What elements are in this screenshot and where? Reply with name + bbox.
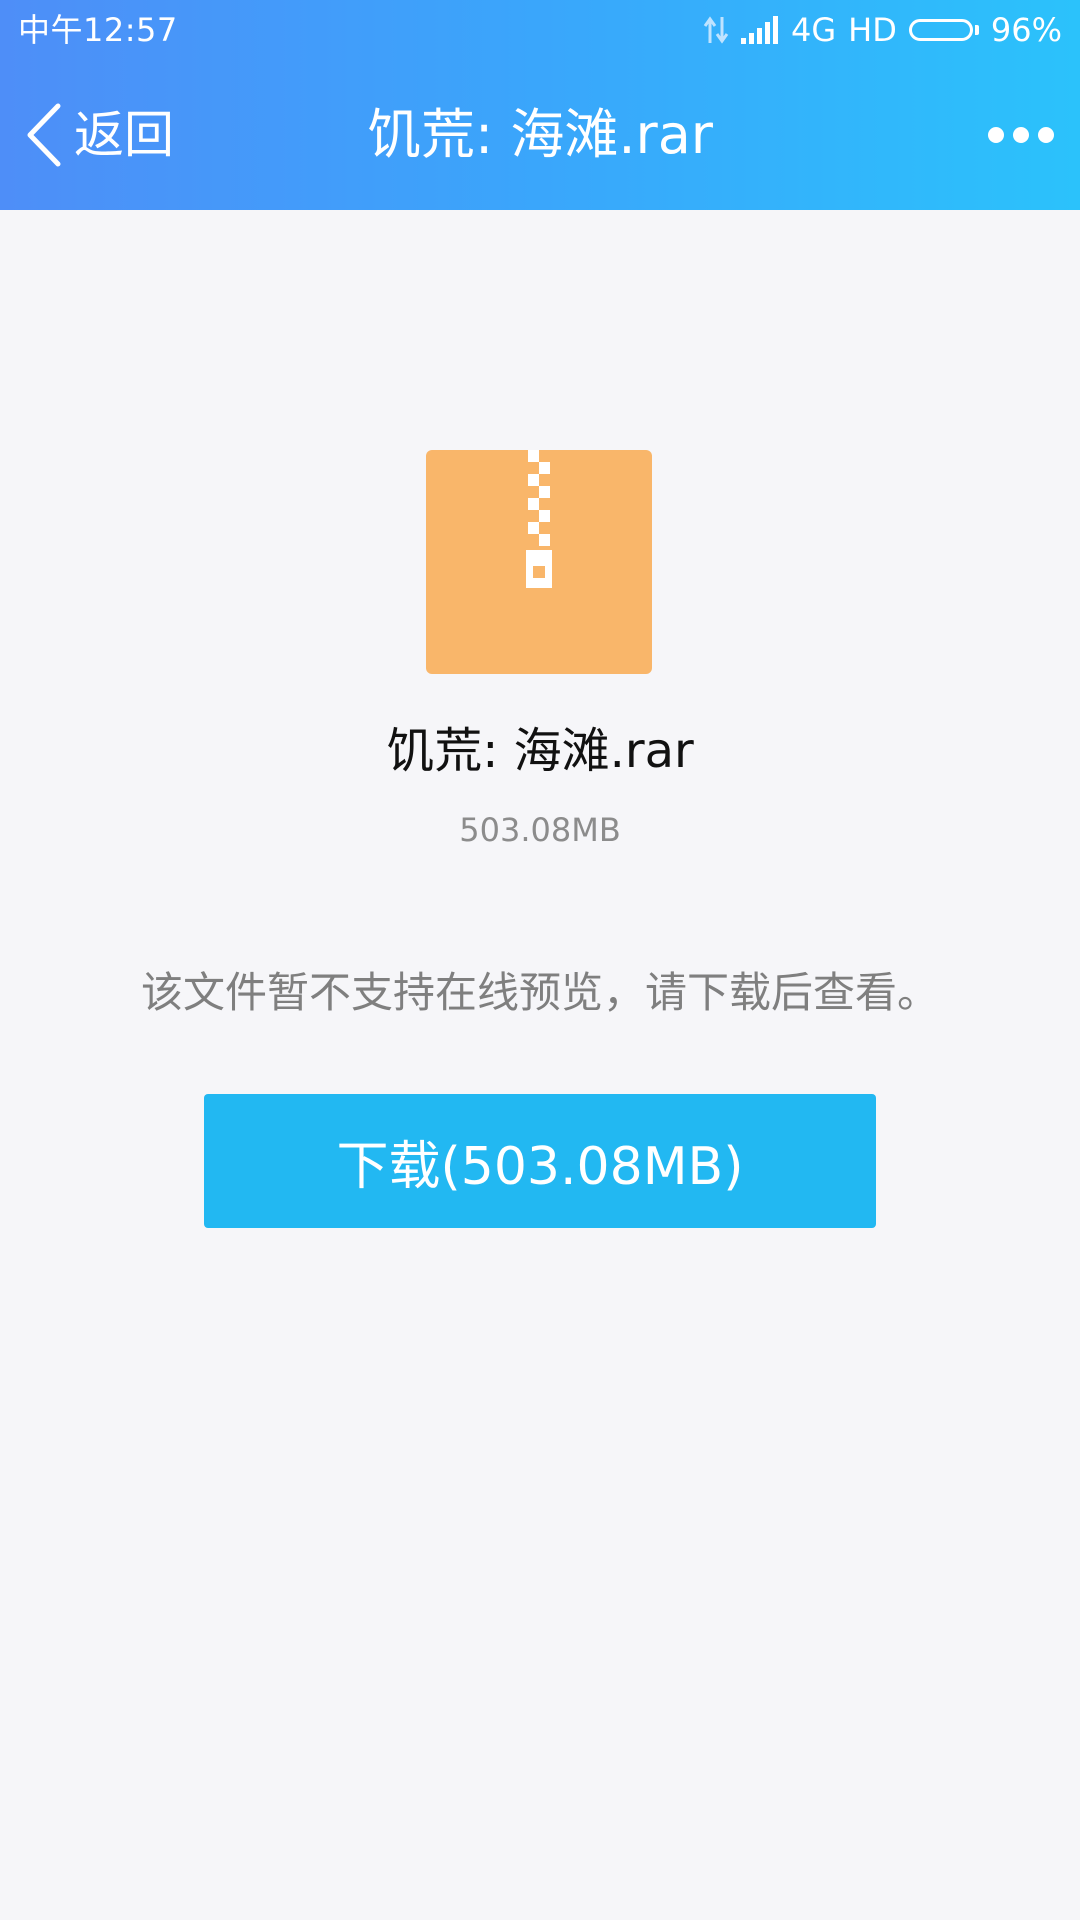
data-transfer-icon <box>703 15 729 45</box>
back-button[interactable]: 返回 <box>24 100 174 170</box>
battery-icon <box>908 19 979 41</box>
header: 中午12:57 4G HD 96% 返回 饥荒: 海滩.rar <box>0 0 1080 210</box>
more-icon <box>988 127 1004 143</box>
status-time: 中午12:57 <box>18 11 178 49</box>
file-name: 饥荒: 海滩.rar <box>386 723 694 779</box>
zip-archive-icon <box>426 450 652 674</box>
title-bar: 返回 饥荒: 海滩.rar <box>0 60 1080 210</box>
status-bar: 中午12:57 4G HD 96% <box>0 0 1080 60</box>
file-preview-screen: 中午12:57 4G HD 96% 返回 饥荒: 海滩.rar 饥荒: 海滩.r… <box>0 0 1080 1920</box>
file-size: 503.08MB <box>459 811 621 849</box>
network-type: 4G <box>791 11 837 49</box>
download-button[interactable]: 下载(503.08MB) <box>204 1094 876 1228</box>
hd-indicator: HD <box>848 11 897 49</box>
back-label: 返回 <box>74 106 174 164</box>
more-icon-dot <box>1038 127 1054 143</box>
battery-percent: 96% <box>990 11 1062 49</box>
more-icon-dot <box>1013 127 1029 143</box>
signal-icon <box>741 16 779 44</box>
page-title: 饥荒: 海滩.rar <box>366 103 714 166</box>
status-indicators: 4G HD 96% <box>703 8 1062 52</box>
chevron-left-icon <box>27 103 61 167</box>
preview-unsupported-notice: 该文件暂不支持在线预览，请下载后查看。 <box>140 968 939 1017</box>
more-options-button[interactable] <box>988 120 1054 150</box>
